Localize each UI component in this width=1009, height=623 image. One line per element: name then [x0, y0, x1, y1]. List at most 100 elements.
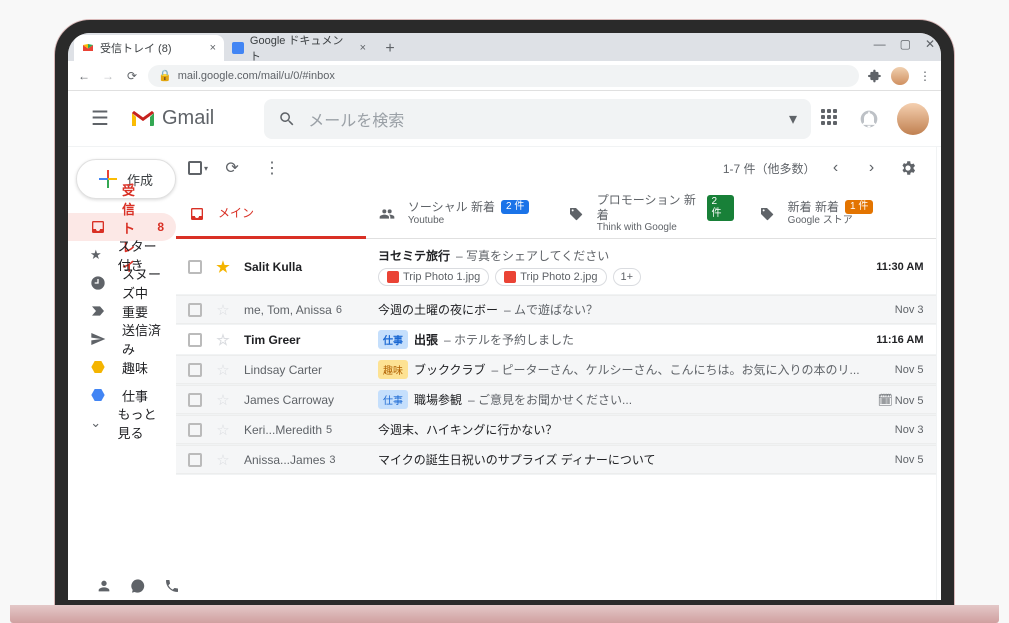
sidebar: 作成 受信トレイ8★スター付きスヌーズ中重要送信済み趣味仕事⌄もっと見る — [68, 147, 176, 600]
attachment-more[interactable]: 1+ — [613, 268, 642, 286]
sidebar-item-send[interactable]: 送信済み — [68, 325, 176, 353]
mail-pane: ▾ ⟳ ⋮ 1-7 件（他多数） ‹ › メイン ソーシャル 新着2 件Youtu… — [176, 147, 936, 600]
main-menu-button[interactable]: ☰ — [80, 99, 120, 139]
browser-tab-docs[interactable]: Google ドキュメント × — [224, 35, 374, 61]
pagination-range: 1-7 件（他多数） — [723, 160, 816, 177]
google-apps-icon[interactable] — [821, 109, 841, 129]
maximize-icon[interactable]: ▢ — [900, 37, 911, 51]
new-tab-button[interactable]: + — [378, 37, 402, 61]
star-icon[interactable]: ☆ — [214, 331, 232, 349]
star-icon[interactable]: ☆ — [214, 421, 232, 439]
row-checkbox[interactable] — [188, 423, 202, 437]
extensions-icon[interactable] — [867, 68, 883, 84]
laptop-base — [10, 605, 999, 623]
settings-gear-icon[interactable] — [892, 152, 924, 184]
tag-y-icon — [90, 359, 106, 375]
tab-label: メイン — [218, 206, 254, 220]
sidebar-label: 趣味 — [122, 358, 148, 377]
tab-sub: Youtube — [408, 215, 529, 227]
mail-label: 趣味 — [378, 360, 408, 379]
mail-date: Nov 5 — [864, 364, 924, 376]
window-controls: — ▢ ✕ — [874, 37, 935, 51]
tab-badge: 2 件 — [707, 195, 734, 221]
search-input[interactable]: メールを検索 ▾ — [264, 99, 811, 139]
sidebar-count: 8 — [157, 220, 164, 234]
account-avatar[interactable] — [897, 103, 929, 135]
email-row[interactable]: ☆James Carroway仕事職場参観 – ご意見をお聞かせください...🗓… — [176, 385, 936, 415]
row-checkbox[interactable] — [188, 363, 202, 377]
contacts-icon[interactable] — [96, 578, 112, 594]
email-row[interactable]: ☆me, Tom, Anissa 6今週の土曜の夜にボー – ムで遊ばない？No… — [176, 295, 936, 325]
minimize-icon[interactable]: — — [874, 37, 886, 51]
tasks-icon[interactable] — [950, 239, 954, 259]
tab-updates[interactable]: 新着 新着1 件Google ストア — [746, 189, 936, 238]
sidebar-label: もっと見る — [117, 404, 164, 442]
star-icon[interactable]: ☆ — [214, 391, 232, 409]
attachment-chip[interactable]: Trip Photo 2.jpg — [495, 268, 606, 286]
star-icon[interactable]: ☆ — [214, 451, 232, 469]
mail-subject: ヨセミテ旅行 — [378, 247, 450, 264]
forward-icon[interactable]: → — [100, 69, 116, 83]
email-row[interactable]: ☆Anissa...James 3マイクの誕生日祝いのサプライズ ディナーについ… — [176, 445, 936, 475]
next-page-icon[interactable]: › — [856, 152, 888, 184]
email-row[interactable]: ★Salit Kullaヨセミテ旅行 – 写真をシェアしてくださいTrip Ph… — [176, 239, 936, 295]
tab-title: 受信トレイ (8) — [100, 40, 172, 56]
refresh-icon[interactable]: ⟳ — [216, 152, 248, 184]
email-row[interactable]: ☆Keri...Meredith 5今週末、ハイキングに行かない？Nov 3 — [176, 415, 936, 445]
mail-preview: – ムで遊ばない？ — [504, 301, 598, 318]
more-icon[interactable]: ⋮ — [256, 152, 288, 184]
row-checkbox[interactable] — [188, 303, 202, 317]
prev-page-icon[interactable]: ‹ — [820, 152, 852, 184]
email-row[interactable]: ☆Tim Greer仕事出張 – ホテルを予約しました11:16 AM — [176, 325, 936, 355]
reload-icon[interactable]: ⟳ — [124, 69, 140, 83]
updates-icon — [758, 205, 776, 223]
mail-body: 今週末、ハイキングに行かない？ — [378, 421, 860, 438]
attachment-chip[interactable]: Trip Photo 1.jpg — [378, 268, 489, 286]
url-bar[interactable]: 🔒 mail.google.com/mail/u/0/#inbox — [148, 65, 859, 87]
search-placeholder: メールを検索 — [308, 107, 404, 131]
star-icon[interactable]: ☆ — [214, 361, 232, 379]
row-checkbox[interactable] — [188, 333, 202, 347]
mail-sender: Anissa...James 3 — [244, 453, 374, 467]
sidebar-item-caret[interactable]: ⌄もっと見る — [68, 409, 176, 437]
tab-social[interactable]: ソーシャル 新着2 件Youtube — [366, 189, 556, 238]
clock-icon — [90, 275, 106, 291]
back-icon[interactable]: ← — [76, 69, 92, 83]
phone-icon[interactable] — [164, 578, 180, 594]
tab-promo[interactable]: プロモーション 新着2 件Think with Google — [556, 189, 746, 238]
keep-icon[interactable] — [950, 199, 954, 219]
browser-tab-gmail[interactable]: 受信トレイ (8) × — [74, 35, 224, 61]
close-icon[interactable]: × — [360, 42, 366, 54]
notifications-icon[interactable] — [859, 109, 879, 129]
tab-primary[interactable]: メイン — [176, 189, 366, 238]
star-icon[interactable]: ★ — [214, 258, 232, 276]
close-window-icon[interactable]: ✕ — [925, 37, 935, 51]
chrome-profile-avatar[interactable] — [891, 67, 909, 85]
star-icon[interactable]: ☆ — [214, 301, 232, 319]
hangouts-icon[interactable] — [130, 578, 146, 594]
lock-icon: 🔒 — [158, 69, 172, 82]
select-all-checkbox[interactable]: ▾ — [188, 161, 208, 175]
send-icon — [90, 331, 106, 347]
tab-sub: Think with Google — [597, 222, 734, 234]
laptop-screen: 受信トレイ (8) × Google ドキュメント × + — ▢ ✕ ← → … — [55, 20, 954, 613]
close-icon[interactable]: × — [210, 42, 216, 54]
social-icon — [378, 205, 396, 223]
gmail-logo[interactable]: Gmail — [130, 107, 214, 130]
calendar-icon[interactable] — [950, 159, 954, 179]
docs-favicon — [232, 42, 244, 54]
row-checkbox[interactable] — [188, 393, 202, 407]
sidebar-item-clock[interactable]: スヌーズ中 — [68, 269, 176, 297]
search-options-icon[interactable]: ▾ — [789, 109, 797, 129]
browser-tabstrip: 受信トレイ (8) × Google ドキュメント × + — ▢ ✕ — [68, 33, 941, 61]
chrome-menu-icon[interactable]: ⋮ — [917, 68, 933, 84]
row-checkbox[interactable] — [188, 453, 202, 467]
caret-icon: ⌄ — [90, 415, 101, 431]
mail-sender: Keri...Meredith 5 — [244, 423, 374, 437]
email-row[interactable]: ☆Lindsay Carter趣味ブッククラブ – ピーターさん、ケルシーさん、… — [176, 355, 936, 385]
mail-toolbar: ▾ ⟳ ⋮ 1-7 件（他多数） ‹ › — [176, 147, 936, 189]
row-checkbox[interactable] — [188, 260, 202, 274]
side-panel: + — [936, 147, 954, 600]
sidebar-label: 仕事 — [122, 386, 148, 405]
tab-label: プロモーション 新着 — [597, 193, 701, 222]
